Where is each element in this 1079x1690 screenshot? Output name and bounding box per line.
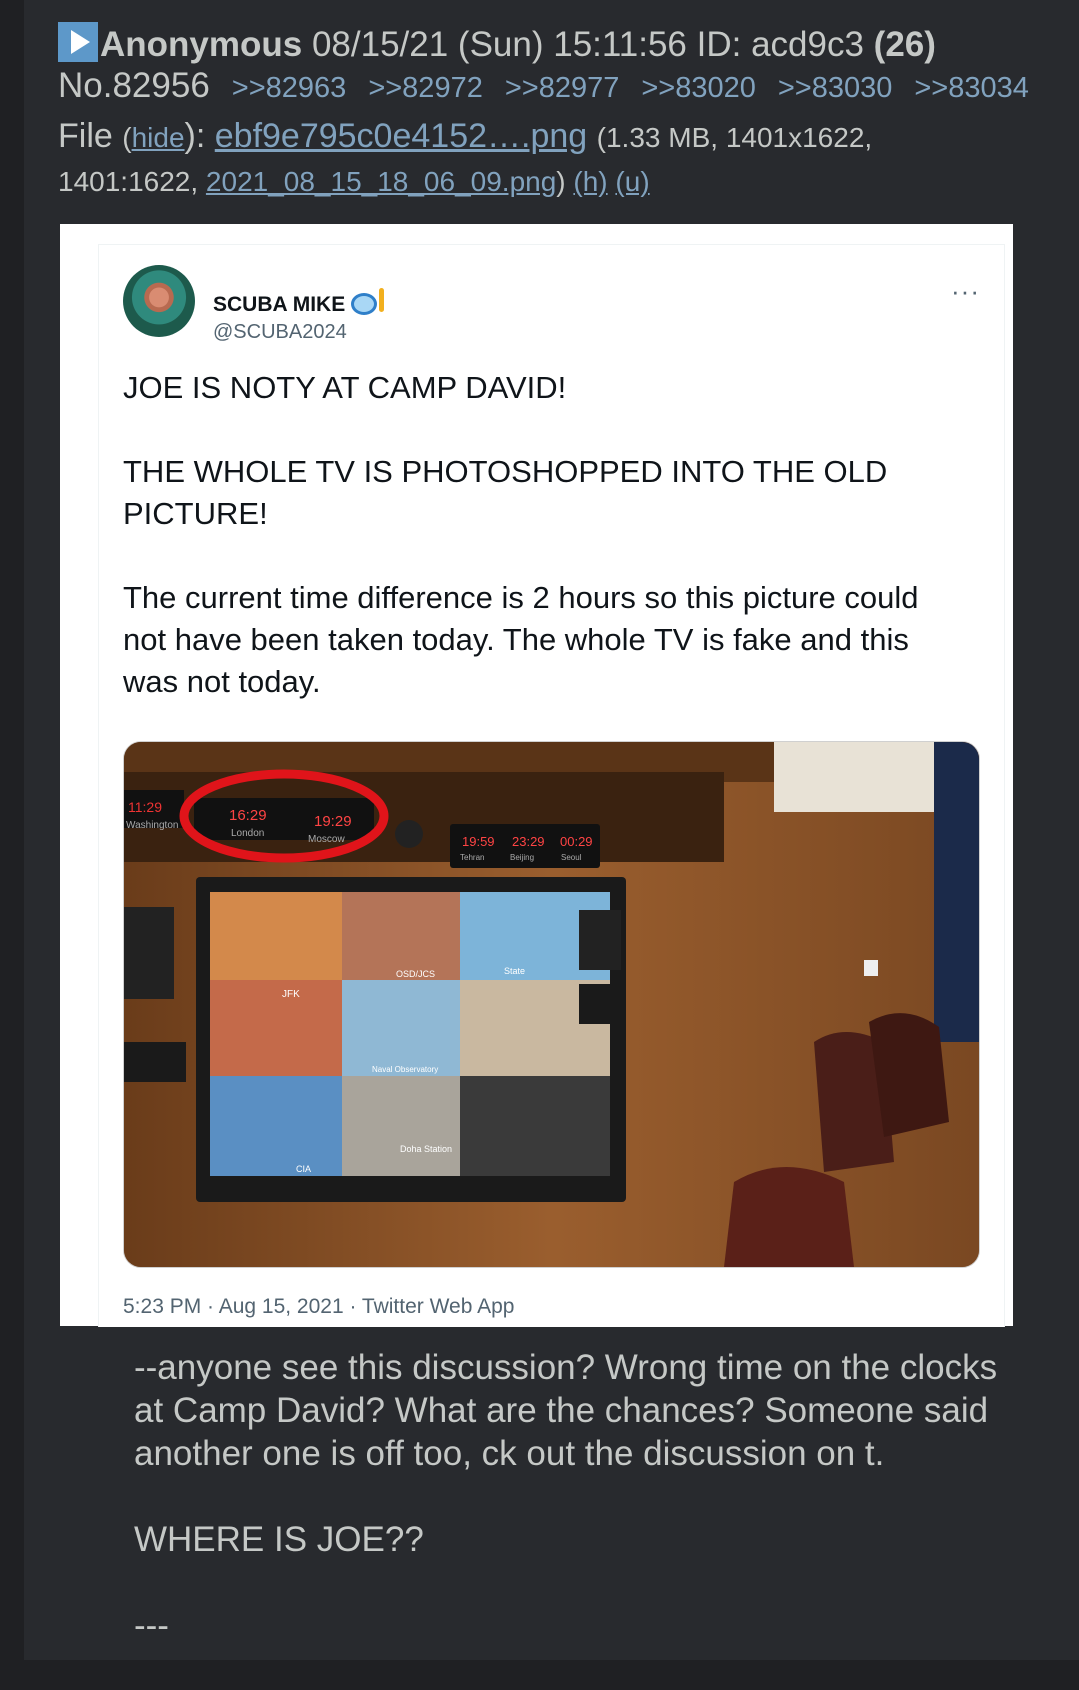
backlink[interactable]: >>82963 <box>232 72 347 104</box>
screen-label: CIA <box>296 1164 311 1174</box>
tweet-text: JOE IS NOTY AT CAMP DAVID! THE WHOLE TV … <box>123 367 963 745</box>
clock-time: 11:29 <box>128 799 162 815</box>
clock-city: Washington <box>126 820 178 831</box>
clock-city: Beijing <box>510 853 534 862</box>
attached-image[interactable]: SCUBA MIKE @SCUBA2024 ··· JOE IS NOTY AT… <box>60 224 1013 1327</box>
expand-play-icon[interactable] <box>58 22 98 62</box>
snorkel-icon <box>351 288 385 315</box>
screen-label: Naval Observatory <box>372 1065 438 1074</box>
backlink[interactable]: >>83020 <box>641 72 756 104</box>
post-header: Anonymous 08/15/21 (Sun) 15:11:56 ID: ac… <box>58 22 936 65</box>
tweet-paragraph: JOE IS NOTY AT CAMP DAVID! <box>123 370 567 405</box>
post-datetime: 08/15/21 (Sun) 15:11:56 <box>311 25 687 64</box>
backlink[interactable]: >>82977 <box>505 72 620 104</box>
hide-file-link[interactable]: hide <box>132 122 185 153</box>
more-options-icon: ··· <box>951 276 980 306</box>
file-info: File (hide): ebf9e795c0e4152….png (1.33 … <box>58 117 873 155</box>
screen-label: OSD/JCS <box>396 969 435 979</box>
poster-name: Anonymous <box>100 25 303 64</box>
file-label: File <box>58 117 113 155</box>
message-paragraph: WHERE IS JOE?? <box>134 1520 424 1559</box>
screen-label: Doha Station <box>400 1144 452 1154</box>
tweet-timestamp[interactable]: 5:23 PM · Aug 15, 2021 · Twitter Web App <box>123 1295 514 1319</box>
message-paragraph: --anyone see this discussion? Wrong time… <box>134 1348 998 1473</box>
reply-count: (26) <box>873 25 936 64</box>
tweet-handle: @SCUBA2024 <box>213 321 347 343</box>
file-ratio: 1401:1622, <box>58 166 199 197</box>
tweet-paragraph: The current time difference is 2 hours s… <box>123 580 919 699</box>
clock-time: 00:29 <box>560 834 593 849</box>
tweet-photo: 11:29 Washington 16:29 London 19:29 Mosc… <box>123 741 980 1268</box>
tweet-display-name: SCUBA MIKE <box>213 288 385 317</box>
file-u-link[interactable]: (u) <box>615 166 649 197</box>
post-container: Anonymous 08/15/21 (Sun) 15:11:56 ID: ac… <box>24 0 1079 1660</box>
clock-city: Tehran <box>460 853 484 862</box>
tweet-paragraph: THE WHOLE TV IS PHOTOSHOPPED INTO THE OL… <box>123 454 888 531</box>
avatar <box>123 265 195 337</box>
clock-city: Seoul <box>561 853 582 862</box>
clock-time: 23:29 <box>512 834 545 849</box>
tweet-card: SCUBA MIKE @SCUBA2024 ··· JOE IS NOTY AT… <box>98 244 1005 1327</box>
screen-label: State <box>504 966 525 976</box>
file-info-2: 1401:1622, 2021_08_15_18_06_09.png) (h) … <box>58 166 650 197</box>
post-message: --anyone see this discussion? Wrong time… <box>134 1346 1014 1690</box>
post-number[interactable]: No.82956 <box>58 66 210 105</box>
post-number-line: No.82956 >>82963 >>82972 >>82977 >>83020 >>83… <box>58 66 1029 106</box>
file-link[interactable]: ebf9e795c0e4152….png <box>215 117 587 155</box>
clock-time: 19:59 <box>462 834 495 849</box>
clock-time: 19:29 <box>314 813 352 830</box>
backlink[interactable]: >>83030 <box>778 72 893 104</box>
screen-label: JFK <box>282 989 300 1000</box>
clock-time: 16:29 <box>229 807 267 824</box>
backlink[interactable]: >>82972 <box>368 72 483 104</box>
file-h-link[interactable]: (h) <box>573 166 607 197</box>
original-filename-link[interactable]: 2021_08_15_18_06_09.png <box>206 166 556 197</box>
poster-id[interactable]: ID: acd9c3 <box>697 25 864 64</box>
clock-city: London <box>231 828 264 839</box>
message-paragraph: --- <box>134 1606 169 1645</box>
backlink[interactable]: >>83034 <box>914 72 1029 104</box>
clock-city: Moscow <box>308 834 345 845</box>
file-metadata: (1.33 MB, 1401x1622, <box>596 122 873 153</box>
